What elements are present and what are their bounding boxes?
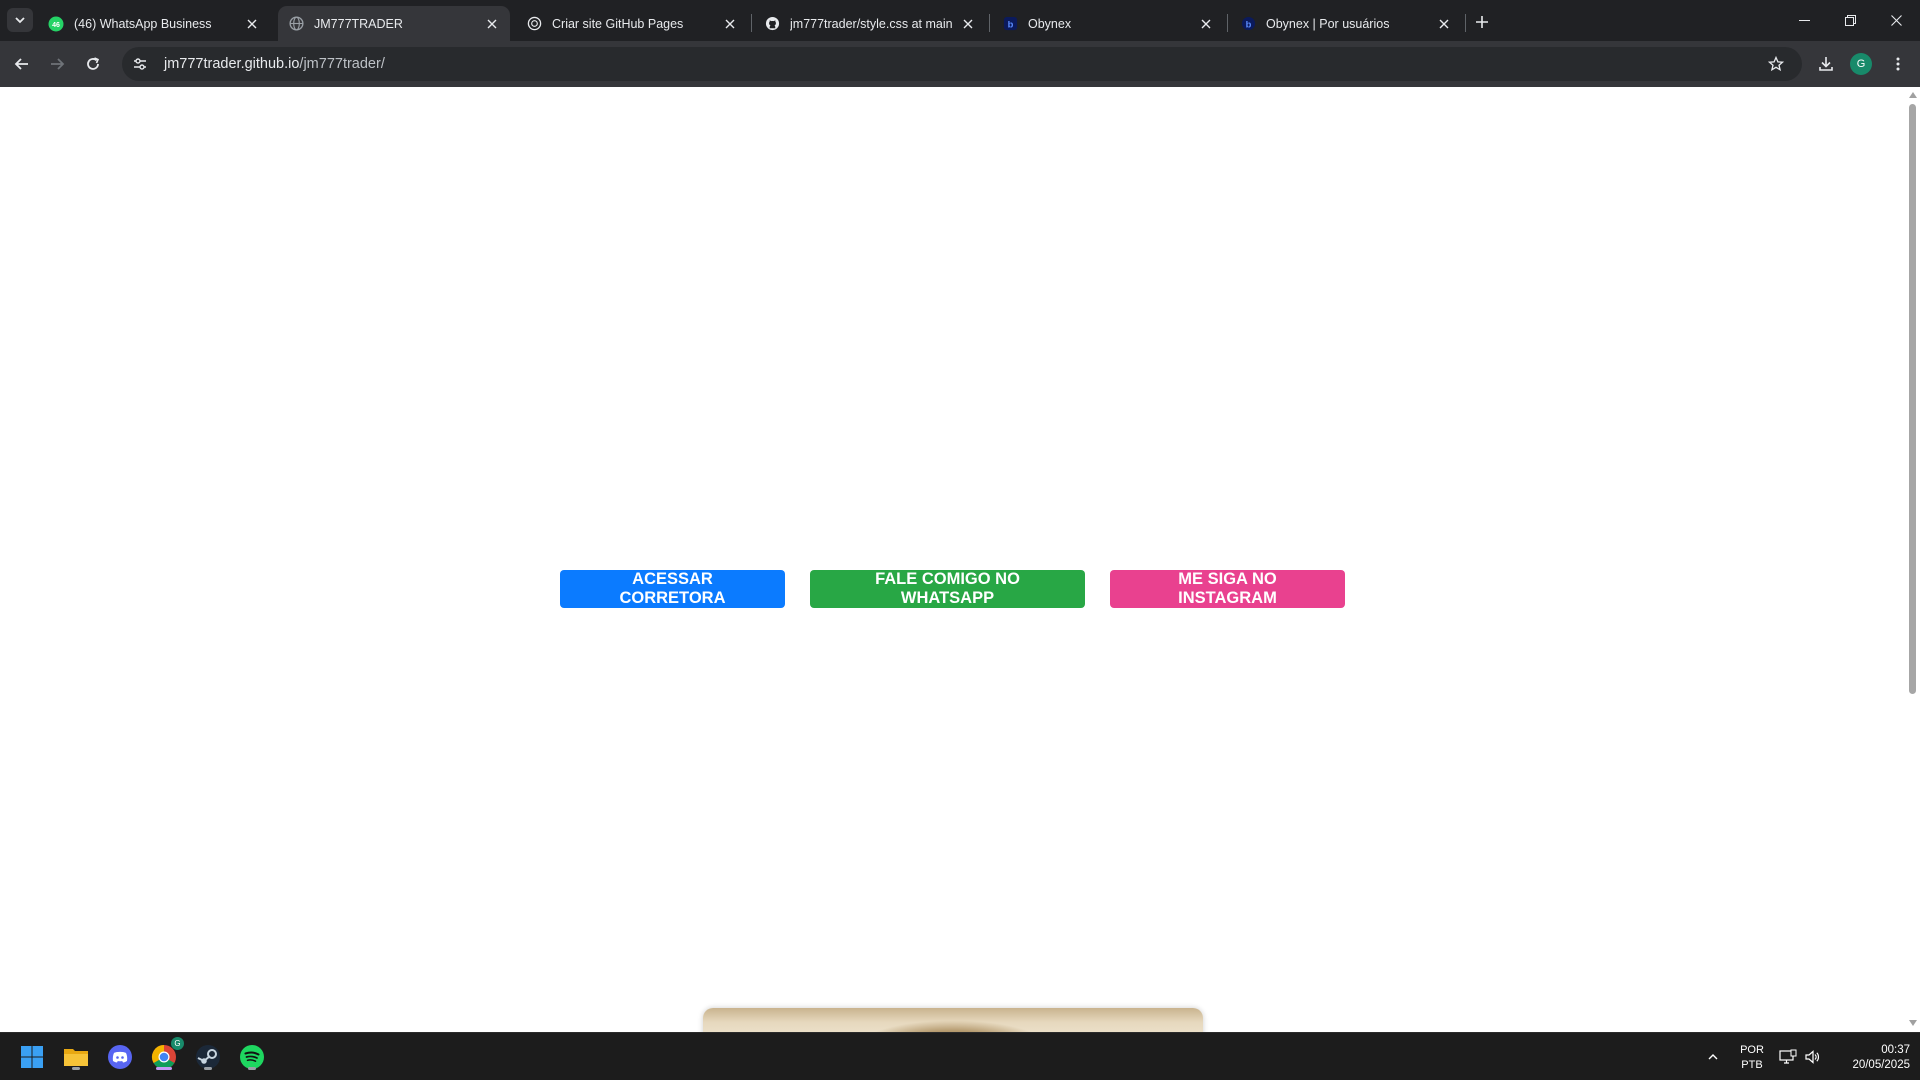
- obynex-icon: b: [1002, 16, 1018, 32]
- language-code: POR: [1740, 1044, 1764, 1056]
- tune-icon: [134, 58, 146, 70]
- close-icon: [1890, 14, 1902, 26]
- downloads-button[interactable]: [1812, 50, 1840, 78]
- tab-separator: [1227, 14, 1228, 32]
- instagram-follow-button[interactable]: ME SIGA NO INSTAGRAM: [1110, 570, 1345, 608]
- restore-icon: [1844, 14, 1856, 26]
- plus-icon: [1476, 16, 1488, 28]
- reload-button[interactable]: [79, 50, 107, 78]
- tab-jm777trader[interactable]: JM777TRADER: [278, 6, 510, 41]
- site-info-button[interactable]: [126, 50, 154, 78]
- chrome-profile-badge: G: [171, 1037, 184, 1050]
- profile-avatar[interactable]: G: [1850, 53, 1872, 75]
- scroll-down-icon[interactable]: [1908, 1018, 1917, 1027]
- restore-button[interactable]: [1827, 0, 1873, 40]
- close-icon[interactable]: [484, 16, 500, 32]
- minimize-icon: [1798, 19, 1810, 21]
- tab-whatsapp-business[interactable]: 46 (46) WhatsApp Business: [38, 6, 270, 41]
- svg-text:b: b: [1245, 19, 1251, 29]
- menu-button[interactable]: [1884, 50, 1912, 78]
- tab-github-style[interactable]: jm777trader/style.css at main · j: [754, 6, 986, 41]
- taskbar-spotify[interactable]: [236, 1041, 268, 1073]
- file-explorer-icon: [64, 1049, 88, 1066]
- system-clock[interactable]: 00:37 20/05/2025: [1830, 1043, 1910, 1073]
- chatgpt-icon: [526, 16, 542, 32]
- taskbar-steam[interactable]: [192, 1041, 224, 1073]
- volume-control[interactable]: [1798, 1041, 1826, 1073]
- more-vertical-icon: [1896, 57, 1900, 71]
- minimize-button[interactable]: [1781, 0, 1827, 40]
- clock-date: 20/05/2025: [1852, 1059, 1910, 1071]
- access-broker-button[interactable]: ACESSAR CORRETORA: [560, 570, 785, 608]
- close-icon[interactable]: [244, 16, 260, 32]
- taskbar-file-explorer[interactable]: [60, 1041, 92, 1073]
- address-bar[interactable]: jm777trader.github.io/jm777trader/: [122, 47, 1802, 81]
- windows-taskbar: G POR PTB 00:37 20/05/2025: [0, 1032, 1920, 1080]
- taskbar-chrome[interactable]: G: [148, 1037, 184, 1073]
- whatsapp-icon: 46: [48, 16, 64, 32]
- tab-title: (46) WhatsApp Business: [74, 16, 212, 31]
- scrollbar-thumb[interactable]: [1909, 104, 1916, 694]
- clock-time: 00:37: [1881, 1044, 1910, 1056]
- tab-strip: 46 (46) WhatsApp Business JM777TRADER Cr…: [0, 0, 1920, 41]
- url-text[interactable]: jm777trader.github.io/jm777trader/: [164, 56, 385, 72]
- speaker-icon: [1805, 1050, 1820, 1064]
- globe-icon: [288, 16, 304, 32]
- download-icon: [1819, 57, 1833, 71]
- bookmark-button[interactable]: [1762, 50, 1790, 78]
- chevron-up-icon: [1708, 1054, 1718, 1060]
- tab-title: Criar site GitHub Pages: [552, 16, 684, 31]
- star-icon: [1768, 56, 1784, 72]
- forward-button[interactable]: [43, 50, 71, 78]
- web-page: ACESSAR CORRETORA FALE COMIGO NO WHATSAP…: [0, 87, 1905, 1032]
- tab-criar-site[interactable]: Criar site GitHub Pages: [516, 6, 748, 41]
- tab-separator: [751, 14, 752, 32]
- tab-title: Obynex | Por usuários: [1266, 16, 1390, 31]
- close-icon[interactable]: [1198, 16, 1214, 32]
- language-indicator[interactable]: POR PTB: [1734, 1043, 1770, 1073]
- discord-icon: [108, 1045, 132, 1069]
- github-icon: [764, 16, 780, 32]
- url-path: /jm777trader/: [299, 56, 385, 72]
- scroll-up-icon[interactable]: [1908, 90, 1917, 99]
- running-indicator: [204, 1067, 212, 1070]
- page-scrollbar[interactable]: [1905, 87, 1920, 1032]
- arrow-right-icon: [51, 58, 65, 70]
- profile-photo: [703, 1008, 1203, 1032]
- close-icon[interactable]: [960, 16, 976, 32]
- close-icon[interactable]: [722, 16, 738, 32]
- browser-toolbar: jm777trader.github.io/jm777trader/ G: [0, 41, 1920, 87]
- taskbar-discord[interactable]: [104, 1041, 136, 1073]
- chevron-down-icon: [15, 17, 25, 24]
- obynex-icon: b: [1240, 16, 1256, 32]
- network-icon: [1779, 1049, 1797, 1064]
- windows-start-icon: [21, 1046, 43, 1068]
- arrow-left-icon: [14, 58, 28, 70]
- close-window-button[interactable]: [1873, 0, 1919, 40]
- svg-text:b: b: [1007, 19, 1013, 29]
- url-host: jm777trader.github.io: [164, 56, 300, 72]
- tab-title: jm777trader/style.css at main · j: [790, 16, 954, 31]
- photo-subject: [853, 1020, 1053, 1032]
- keyboard-layout: PTB: [1741, 1059, 1763, 1071]
- whatsapp-contact-button[interactable]: FALE COMIGO NO WHATSAPP: [810, 570, 1085, 608]
- close-icon[interactable]: [1436, 16, 1452, 32]
- tab-title: JM777TRADER: [314, 16, 403, 31]
- tab-title: Obynex: [1028, 16, 1072, 31]
- reload-icon: [87, 57, 100, 70]
- show-hidden-icons-button[interactable]: [1697, 1041, 1729, 1073]
- tab-separator: [1465, 14, 1466, 32]
- tab-separator: [989, 14, 990, 32]
- tab-search-button[interactable]: [7, 8, 33, 32]
- tab-obynex-usuarios[interactable]: b Obynex | Por usuários: [1230, 6, 1462, 41]
- running-indicator: [248, 1067, 256, 1070]
- active-indicator: [156, 1067, 172, 1070]
- svg-text:46: 46: [52, 22, 60, 29]
- start-button[interactable]: [16, 1041, 48, 1073]
- cta-button-row: ACESSAR CORRETORA FALE COMIGO NO WHATSAP…: [0, 570, 1905, 608]
- running-indicator: [72, 1067, 80, 1070]
- new-tab-button[interactable]: [1470, 10, 1494, 34]
- tab-obynex[interactable]: b Obynex: [992, 6, 1224, 41]
- back-button[interactable]: [8, 50, 36, 78]
